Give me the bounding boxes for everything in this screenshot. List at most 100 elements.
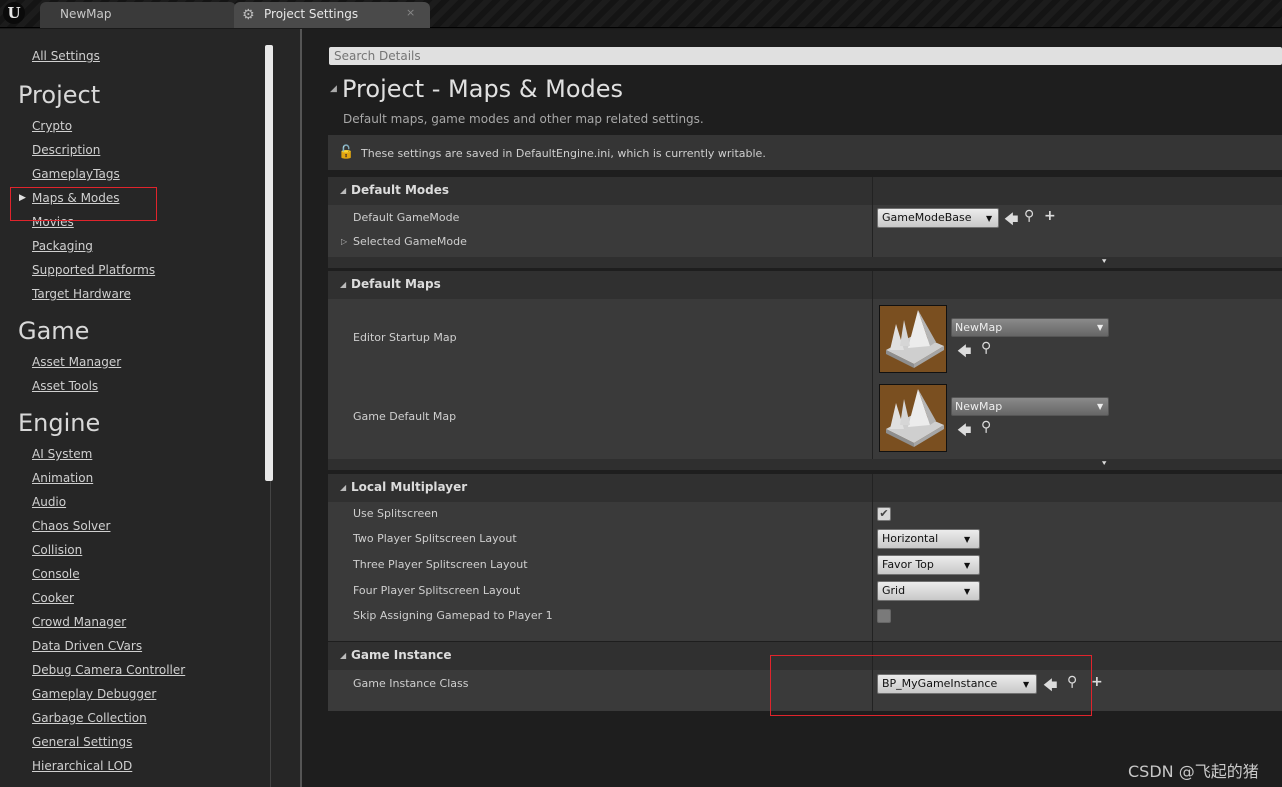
property-label: Editor Startup Map [353, 331, 457, 344]
property-label: Game Instance Class [353, 677, 469, 690]
use-splitscreen-checkbox[interactable]: ✔ [877, 507, 891, 521]
collapse-arrow-icon[interactable]: ◢ [340, 651, 346, 660]
section-header-default-modes[interactable] [328, 177, 1282, 205]
collapse-arrow-icon[interactable]: ◢ [340, 483, 346, 492]
game-default-map-combo[interactable]: NewMap [951, 397, 1109, 416]
skip-gamepad-checkbox[interactable] [877, 609, 891, 623]
property-label: Three Player Splitscreen Layout [353, 558, 528, 571]
sidebar-item-asset-tools[interactable]: Asset Tools [32, 379, 98, 393]
sidebar-item-collision[interactable]: Collision [32, 543, 82, 557]
advanced-expander[interactable] [328, 459, 1282, 470]
browse-search-icon[interactable]: ⚲ [1024, 208, 1034, 224]
column-divider[interactable] [872, 474, 873, 641]
map-preview-icon [886, 310, 944, 368]
dropdown-arrow-icon: ▼ [986, 214, 993, 223]
sidebar-scrollbar[interactable] [265, 45, 273, 481]
section-body-default-maps [328, 299, 1282, 459]
use-selected-arrow-icon[interactable]: 🡄 [957, 420, 971, 444]
close-icon[interactable]: × [406, 6, 415, 19]
sidebar-item-garbage-collection[interactable]: Garbage Collection [32, 711, 147, 725]
page-subtitle: Default maps, game modes and other map r… [343, 112, 704, 126]
browse-search-icon[interactable]: ⚲ [981, 419, 991, 435]
unreal-logo-icon[interactable]: U [3, 2, 25, 24]
section-title: Game Instance [351, 648, 452, 662]
property-label: Four Player Splitscreen Layout [353, 584, 521, 597]
chevron-down-icon[interactable]: ⯆ [1101, 459, 1107, 469]
sidebar-item-gameplay-debugger[interactable]: Gameplay Debugger [32, 687, 156, 701]
sidebar-item-target-hardware[interactable]: Target Hardware [32, 287, 131, 301]
sidebar-item-crowd-manager[interactable]: Crowd Manager [32, 615, 126, 629]
sidebar-item-supported-platforms[interactable]: Supported Platforms [32, 263, 155, 277]
tab-project-settings[interactable]: Project Settings [234, 2, 430, 28]
sidebar-heading-project: Project [18, 81, 101, 109]
collapse-arrow-icon[interactable]: ◢ [330, 84, 337, 94]
section-title: Default Maps [351, 277, 441, 291]
dropdown-arrow-icon: ▼ [964, 535, 971, 544]
sidebar-item-animation[interactable]: Animation [32, 471, 93, 485]
editor-startup-map-combo[interactable]: NewMap [951, 318, 1109, 337]
add-plus-icon[interactable]: + [1091, 674, 1103, 690]
sidebar-item-general-settings[interactable]: General Settings [32, 735, 132, 749]
tab-newmap[interactable]: NewMap [40, 2, 236, 28]
watermark: CSDN @飞起的猪 [1128, 762, 1259, 781]
map-thumbnail[interactable] [879, 305, 947, 373]
sidebar-item-description[interactable]: Description [32, 143, 100, 157]
sidebar-item-data-driven-cvars[interactable]: Data Driven CVars [32, 639, 142, 653]
default-gamemode-combo[interactable]: GameModeBase [877, 208, 999, 228]
use-selected-arrow-icon[interactable]: 🡄 [957, 341, 971, 365]
advanced-expander[interactable] [328, 257, 1282, 268]
map-thumbnail[interactable] [879, 384, 947, 452]
add-plus-icon[interactable]: + [1044, 208, 1056, 224]
sidebar-heading-engine: Engine [18, 409, 101, 437]
section-title: Local Multiplayer [351, 480, 468, 494]
chevron-down-icon[interactable]: ⯆ [1101, 257, 1107, 267]
combo-value: Grid [882, 584, 906, 597]
property-label: Two Player Splitscreen Layout [353, 532, 517, 545]
property-label: Skip Assigning Gamepad to Player 1 [353, 609, 553, 622]
column-divider[interactable] [872, 177, 873, 257]
column-divider[interactable] [872, 271, 873, 459]
sidebar-item-chaos-solver[interactable]: Chaos Solver [32, 519, 110, 533]
property-label: Default GameMode [353, 211, 460, 224]
sidebar-item-hierarchical-lod[interactable]: Hierarchical LOD [32, 759, 132, 773]
sidebar-item-cooker[interactable]: Cooker [32, 591, 74, 605]
config-notice-text: These settings are saved in DefaultEngin… [361, 147, 766, 160]
collapse-arrow-icon[interactable]: ◢ [340, 186, 346, 195]
unlock-icon: 🔓 [338, 145, 355, 160]
highlight-box-game-instance [770, 655, 1092, 716]
sidebar-item-ai-system[interactable]: AI System [32, 447, 92, 461]
section-header-default-maps[interactable] [328, 271, 1282, 299]
dropdown-arrow-icon: ▼ [1097, 323, 1104, 332]
sidebar-heading-game: Game [18, 317, 90, 345]
combo-value: Horizontal [882, 532, 939, 545]
combo-value: Favor Top [882, 558, 934, 571]
section-header-local-multiplayer[interactable] [328, 474, 1282, 502]
property-label[interactable]: Selected GameMode [353, 235, 467, 248]
map-preview-icon [886, 389, 944, 447]
expand-arrow-icon[interactable]: ▷ [341, 237, 347, 246]
sidebar-item-asset-manager[interactable]: Asset Manager [32, 355, 121, 369]
dropdown-arrow-icon: ▼ [964, 561, 971, 570]
sidebar-item-all-settings[interactable]: All Settings [32, 49, 100, 63]
collapse-arrow-icon[interactable]: ◢ [340, 280, 346, 289]
section-body-default-modes [328, 205, 1282, 257]
tab-label: NewMap [60, 7, 112, 21]
settings-gear-icon: ⚙ [242, 7, 255, 23]
property-label: Game Default Map [353, 410, 457, 423]
use-selected-arrow-icon[interactable]: 🡄 [1004, 209, 1018, 233]
search-input[interactable] [329, 47, 1282, 65]
sidebar-item-gameplaytags[interactable]: GameplayTags [32, 167, 120, 181]
sidebar-item-crypto[interactable]: Crypto [32, 119, 72, 133]
tab-label: Project Settings [264, 7, 359, 21]
section-title: Default Modes [351, 183, 450, 197]
combo-value: NewMap [955, 321, 1003, 334]
sidebar-item-debug-camera-controller[interactable]: Debug Camera Controller [32, 663, 185, 677]
highlight-box-maps-modes [10, 187, 157, 221]
page-title: Project - Maps & Modes [342, 75, 624, 103]
sidebar-item-audio[interactable]: Audio [32, 495, 66, 509]
property-label: Use Splitscreen [353, 507, 439, 520]
sidebar-item-packaging[interactable]: Packaging [32, 239, 93, 253]
browse-search-icon[interactable]: ⚲ [981, 340, 991, 356]
sidebar-item-console[interactable]: Console [32, 567, 80, 581]
dropdown-arrow-icon: ▼ [1097, 402, 1104, 411]
